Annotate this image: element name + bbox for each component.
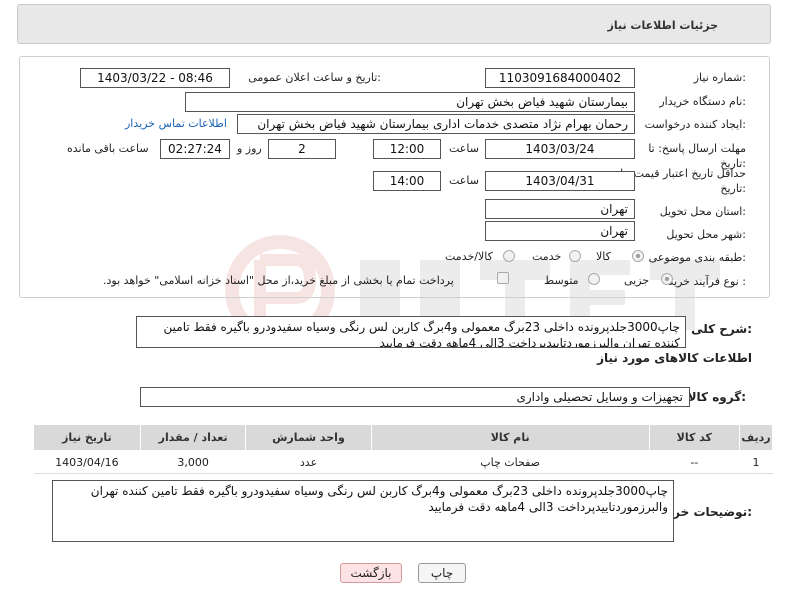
validity-label: حداقل تاریخ اعتبار قیمت: تا تاریخ: <box>620 167 746 195</box>
process-label: نوع فرآیند خرید : <box>668 275 746 288</box>
category-radio-goods[interactable] <box>632 250 644 262</box>
validity-time-label: ساعت <box>449 174 479 187</box>
validity-date-field: 1403/04/31 <box>485 171 635 191</box>
goods-group-field: تجهیزات و وسایل تحصیلی واداری <box>140 387 690 407</box>
category-option-service: خدمت <box>532 250 562 263</box>
deadline-date-field: 1403/03/24 <box>485 139 635 159</box>
category-radio-goods-service[interactable] <box>503 250 515 262</box>
announce-label: تاریخ و ساعت اعلان عمومی: <box>248 71 381 84</box>
cell-name: صفحات چاپ <box>371 450 650 474</box>
col-qty: تعداد / مقدار <box>139 424 247 451</box>
deadline-days-field: 2 <box>268 139 336 159</box>
category-label: طبقه بندی موضوعی: <box>648 251 746 264</box>
cell-code: -- <box>649 450 740 474</box>
col-code: کد کالا <box>648 424 740 451</box>
col-unit: واحد شمارش <box>245 424 372 451</box>
print-button[interactable]: چاپ <box>418 563 466 583</box>
cell-row: 1 <box>739 450 773 474</box>
page-header: جزئیات اطلاعات نیاز <box>17 4 771 44</box>
description-textarea: چاپ3000جلدپرونده داخلی 23برگ معمولی و4بر… <box>136 316 686 348</box>
remaining-time-label: ساعت باقی مانده <box>67 142 149 155</box>
goods-section-title: اطلاعات کالاهای مورد نیاز <box>597 351 752 365</box>
deadline-days-label: روز و <box>237 142 262 155</box>
requester-field: رحمان بهرام نژاد متصدی خدمات اداری بیمار… <box>237 114 635 134</box>
back-button[interactable]: بازگشت <box>340 563 402 583</box>
items-table: ردیف کد کالا نام کالا واحد شمارش تعداد /… <box>33 424 774 474</box>
treasury-payment-checkbox[interactable] <box>497 272 509 284</box>
category-radio-service[interactable] <box>569 250 581 262</box>
buyer-contact-link[interactable]: اطلاعات تماس خریدار <box>125 117 227 130</box>
cell-unit: عدد <box>245 450 372 474</box>
col-row: ردیف <box>738 424 774 451</box>
deadline-time-field: 12:00 <box>373 139 441 159</box>
col-name: نام کالا <box>370 424 650 451</box>
process-option-minor: جزیی <box>624 274 650 287</box>
process-radio-medium[interactable] <box>588 273 600 285</box>
col-date: تاریخ نیاز <box>33 424 141 451</box>
process-option-medium: متوسط <box>544 274 579 287</box>
requester-label: ایجاد کننده درخواست: <box>644 118 746 131</box>
cell-date: 1403/04/16 <box>33 450 141 474</box>
goods-group-label: گروه کالا: <box>687 390 746 404</box>
validity-time-field: 14:00 <box>373 171 441 191</box>
need-number-label: شماره نیاز: <box>693 71 746 84</box>
treasury-payment-note: پرداخت تمام یا بخشی از مبلغ خرید،از محل … <box>103 274 454 287</box>
buyer-notes-textarea: چاپ3000جلدپرونده داخلی 23برگ معمولی و4بر… <box>52 480 674 542</box>
cell-qty: 3,000 <box>140 450 246 474</box>
buyer-org-label: نام دستگاه خریدار: <box>659 95 746 108</box>
table-header-row: ردیف کد کالا نام کالا واحد شمارش تعداد /… <box>33 424 774 451</box>
buyer-org-field: بیمارستان شهید فیاض بخش تهران <box>185 92 635 112</box>
table-row: 1 -- صفحات چاپ عدد 3,000 1403/04/16 <box>33 450 773 474</box>
category-option-goods: کالا <box>596 250 611 263</box>
page-title: جزئیات اطلاعات نیاز <box>607 19 719 32</box>
announce-datetime-field: 1403/03/22 - 08:46 <box>80 68 230 88</box>
province-label: استان محل تحویل: <box>659 205 746 218</box>
city-label: شهر محل تحویل: <box>666 228 746 241</box>
province-field: تهران <box>485 199 635 219</box>
need-number-field: 1103091684000402 <box>485 68 635 88</box>
deadline-time-label: ساعت <box>449 142 479 155</box>
city-field: تهران <box>485 221 635 241</box>
remaining-time-field: 02:27:24 <box>160 139 230 159</box>
process-radio-minor[interactable] <box>661 273 673 285</box>
category-option-goods-service: کالا/خدمت <box>445 250 493 263</box>
